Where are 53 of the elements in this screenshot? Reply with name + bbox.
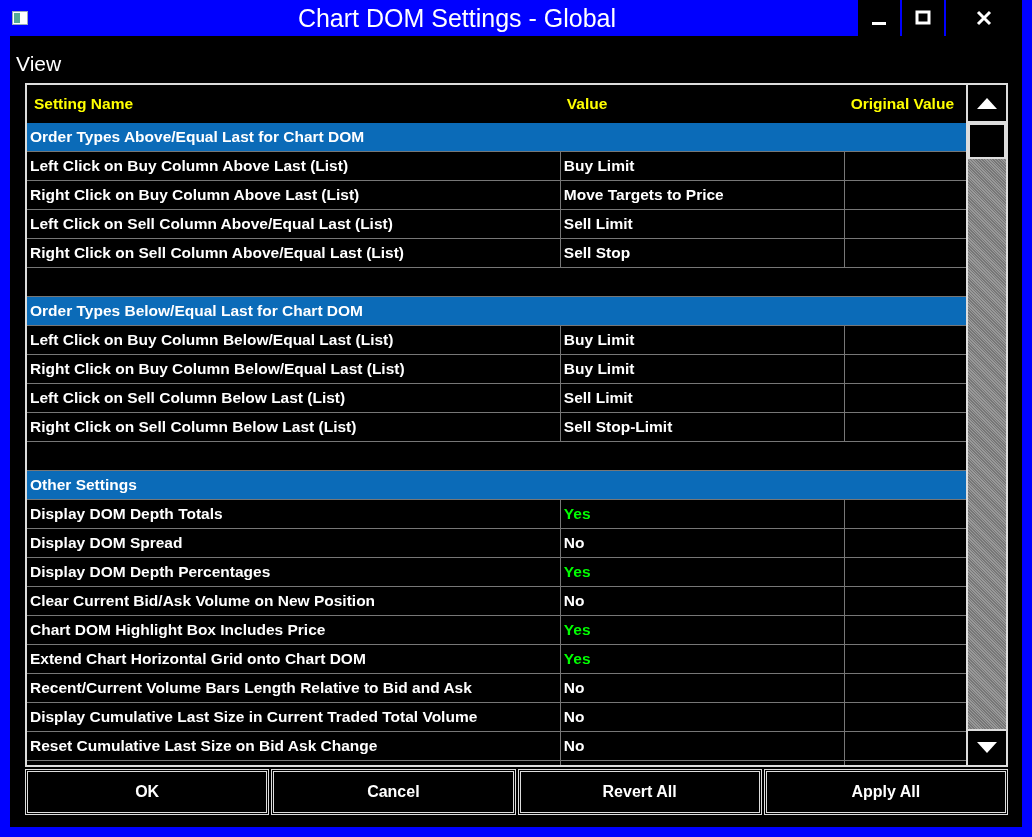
setting-value[interactable]: Sell Stop-Limit [559,413,844,441]
setting-value[interactable]: No [559,732,844,760]
setting-name: Display DOM Depth Totals [29,504,224,524]
dialog-button[interactable]: OK [25,769,270,815]
setting-value[interactable]: No [559,703,844,731]
dialog-button[interactable]: Apply All [763,769,1008,815]
setting-value[interactable]: Yes [559,616,844,644]
scrollbar-thumb[interactable] [968,123,1006,159]
column-header[interactable]: Value [559,85,844,123]
setting-name: Clear Current Bid/Ask Volume on New Position [29,591,377,611]
dialog-button[interactable]: Revert All [517,769,762,815]
setting-name: Left Click on Sell Column Above/Equal Last (List) [29,214,394,234]
setting-value[interactable]: Buy Limit [559,326,844,354]
setting-name: Left Click on Buy Column Below/Equal Last (List) [29,330,395,350]
setting-name: Right Click on Buy Column Above Last (List) [29,185,361,205]
app-icon [12,11,28,25]
view-menu[interactable]: View [16,36,62,83]
setting-name: Right Click on Buy Column Below/Equal Last (List) [29,359,406,379]
setting-value[interactable]: No [559,674,844,702]
setting-name: Right Click on Sell Column Above/Equal Last (List) [29,243,406,263]
setting-name: Display DOM Depth Percentages [29,562,272,582]
up-arrow-icon [976,96,999,110]
group-header[interactable]: Order Types Below/Equal Last for Chart DOM [27,297,967,326]
setting-name: Display DOM Spread [29,533,184,553]
setting-value[interactable]: Buy Limit [559,355,844,383]
setting-value[interactable]: Yes [559,558,844,586]
setting-name: Left Click on Buy Column Above Last (List) [29,156,350,176]
minimize-icon [872,22,886,25]
setting-name: Extend Chart Horizontal Grid onto Chart DOM [29,649,367,669]
setting-name: Display Cumulative Last Size in Current Traded Total Volume [29,707,479,727]
setting-name: Right Click on Sell Column Below Last (List) [29,417,358,437]
setting-name: Recent/Current Volume Bars Length Relative to Bid and Ask [29,678,473,698]
maximize-icon [915,10,931,26]
setting-value[interactable]: Move Targets to Price [559,181,844,209]
group-header[interactable]: Other Settings [27,471,967,500]
setting-value[interactable]: Yes [559,645,844,673]
setting-name: Left Click on Sell Column Below Last (List) [29,388,347,408]
setting-value[interactable]: Sell Limit [559,210,844,238]
dialog-button[interactable]: Cancel [271,769,516,815]
setting-value[interactable]: Yes [559,500,844,528]
setting-value[interactable]: No [559,529,844,557]
column-header[interactable]: Original Value [843,85,967,123]
setting-value[interactable]: Sell Limit [559,384,844,412]
setting-value[interactable]: Buy Limit [559,152,844,180]
setting-value[interactable]: Sell Stop [559,239,844,267]
setting-name: Chart DOM Highlight Box Includes Price [29,620,327,640]
down-arrow-icon [976,741,999,755]
setting-name: Reset Cumulative Last Size on Bid Ask Change [29,736,379,756]
setting-value[interactable]: No [559,587,844,615]
group-header[interactable]: Order Types Above/Equal Last for Chart DOM [27,123,967,152]
column-header[interactable]: Setting Name [27,85,560,123]
close-icon [976,10,992,26]
window-title: Chart DOM Settings - Global [296,3,618,33]
